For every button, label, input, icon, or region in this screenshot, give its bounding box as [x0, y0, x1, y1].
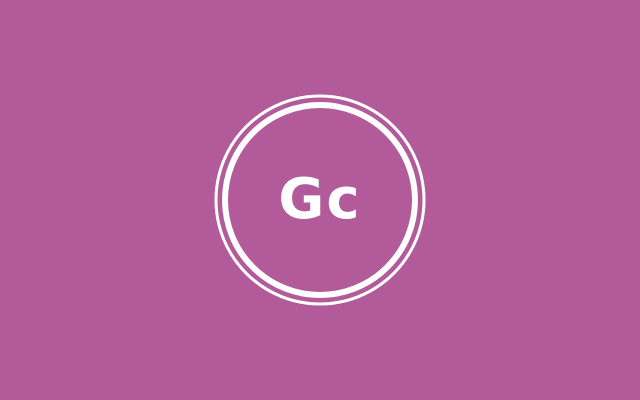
logo-text: Gc: [278, 167, 362, 232]
splash-background: Gc: [0, 0, 640, 400]
app-logo: Gc: [214, 94, 426, 306]
